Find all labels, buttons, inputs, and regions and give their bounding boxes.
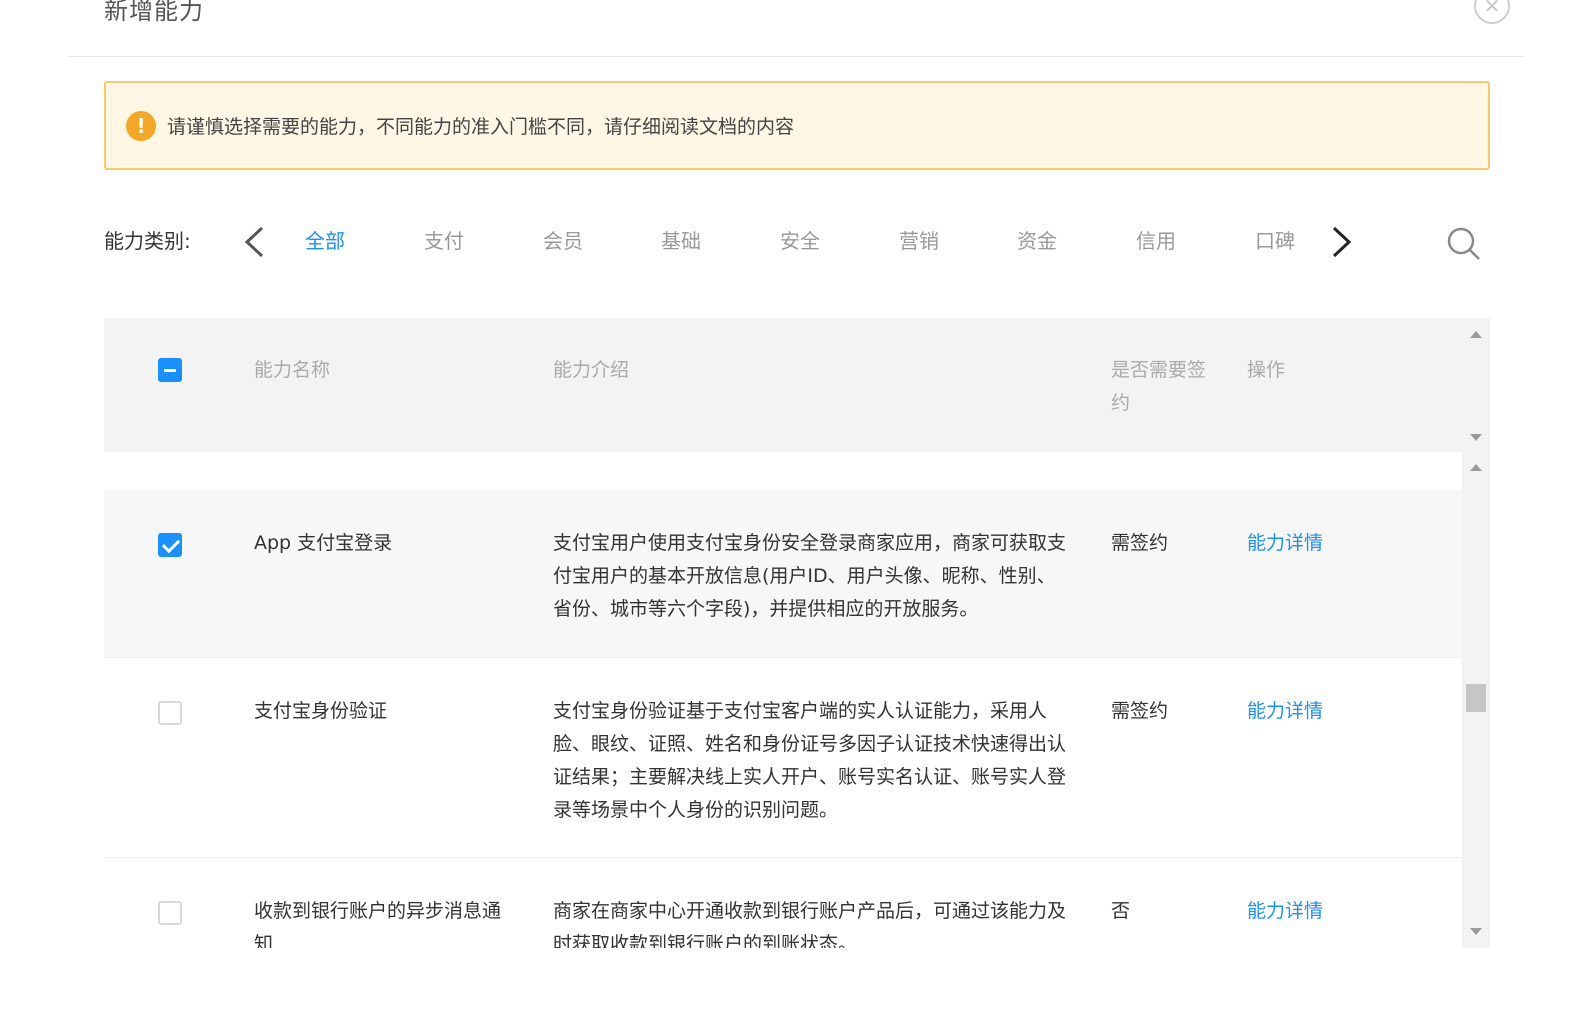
detail-link[interactable]: 能力详情 [1247, 527, 1323, 560]
capability-desc: 商家在商家中心开通收款到银行账户产品后，可通过该能力及时获取收款到银行账户的到账… [553, 900, 1067, 948]
tab-security[interactable]: 安全 [780, 226, 820, 256]
warning-alert: ! 请谨慎选择需要的能力，不同能力的准入门槛不同，请仔细阅读文档的内容 [104, 81, 1490, 170]
capability-name: 支付宝身份验证 [254, 700, 388, 722]
warning-icon: ! [126, 110, 156, 141]
add-capability-dialog: 新增能力 ✕ ! 请谨慎选择需要的能力，不同能力的准入门槛不同，请仔细阅读文档的… [0, 0, 1570, 1014]
scroll-down-icon[interactable] [1470, 928, 1482, 935]
header-scrollbar[interactable] [1462, 318, 1490, 452]
tab-credit[interactable]: 信用 [1136, 226, 1176, 256]
table-body: App 支付宝登录 支付宝用户使用支付宝身份安全登录商家应用，商家可获取支付宝用… [104, 452, 1462, 948]
chevron-right-icon[interactable] [1326, 224, 1356, 260]
tab-funds[interactable]: 资金 [1017, 226, 1057, 256]
tab-marketing[interactable]: 营销 [899, 226, 939, 256]
table-row[interactable]: 支付宝身份验证 支付宝身份验证基于支付宝客户端的实人认证能力，采用人脸、眼纹、证… [104, 658, 1462, 858]
search-icon[interactable] [1444, 224, 1484, 264]
scroll-up-icon[interactable] [1470, 331, 1482, 338]
scrollbar-thumb[interactable] [1466, 684, 1486, 712]
header-name: 能力名称 [254, 359, 331, 381]
sign-required: 需签约 [1111, 532, 1169, 554]
tab-koubei[interactable]: 口碑 [1255, 226, 1295, 256]
header-divider [68, 56, 1524, 57]
tab-all[interactable]: 全部 [305, 226, 345, 256]
header-sign: 是否需要签约 [1111, 359, 1207, 414]
capability-desc: 支付宝身份验证基于支付宝客户端的实人认证能力，采用人脸、眼纹、证照、姓名和身份证… [553, 700, 1067, 821]
select-all-checkbox[interactable] [158, 358, 182, 382]
close-icon[interactable]: ✕ [1474, 0, 1510, 24]
capability-name: App 支付宝登录 [254, 532, 393, 554]
row-checkbox[interactable] [158, 901, 182, 925]
table-row[interactable]: App 支付宝登录 支付宝用户使用支付宝身份安全登录商家应用，商家可获取支付宝用… [104, 490, 1462, 658]
table-header: 能力名称 能力介绍 是否需要签约 操作 [104, 318, 1462, 452]
row-checkbox[interactable] [158, 533, 182, 557]
detail-link[interactable]: 能力详情 [1247, 695, 1323, 728]
sign-required: 需签约 [1111, 700, 1169, 722]
sign-required: 否 [1111, 900, 1131, 922]
capability-desc: 支付宝用户使用支付宝身份安全登录商家应用，商家可获取支付宝用户的基本开放信息(用… [553, 532, 1067, 620]
tab-payment[interactable]: 支付 [424, 226, 464, 256]
capability-table: 能力名称 能力介绍 是否需要签约 操作 App 支付宝登录 支付宝用户使用支付宝… [104, 318, 1490, 948]
header-desc: 能力介绍 [553, 359, 630, 381]
scroll-down-icon[interactable] [1470, 434, 1482, 441]
scroll-up-icon[interactable] [1470, 464, 1482, 471]
chevron-left-icon[interactable] [240, 224, 270, 260]
alert-message: 请谨慎选择需要的能力，不同能力的准入门槛不同，请仔细阅读文档的内容 [167, 116, 795, 138]
detail-link[interactable]: 能力详情 [1247, 895, 1323, 928]
category-label: 能力类别: [104, 229, 191, 253]
dialog-title: 新增能力 [104, 0, 204, 25]
tab-member[interactable]: 会员 [543, 226, 583, 256]
header-op: 操作 [1247, 359, 1286, 381]
row-checkbox[interactable] [158, 701, 182, 725]
table-row[interactable]: 收款到银行账户的异步消息通知 商家在商家中心开通收款到银行账户产品后，可通过该能… [104, 858, 1462, 948]
capability-name: 收款到银行账户的异步消息通知 [254, 900, 502, 948]
tab-basic[interactable]: 基础 [661, 226, 701, 256]
body-scrollbar[interactable] [1462, 452, 1490, 948]
